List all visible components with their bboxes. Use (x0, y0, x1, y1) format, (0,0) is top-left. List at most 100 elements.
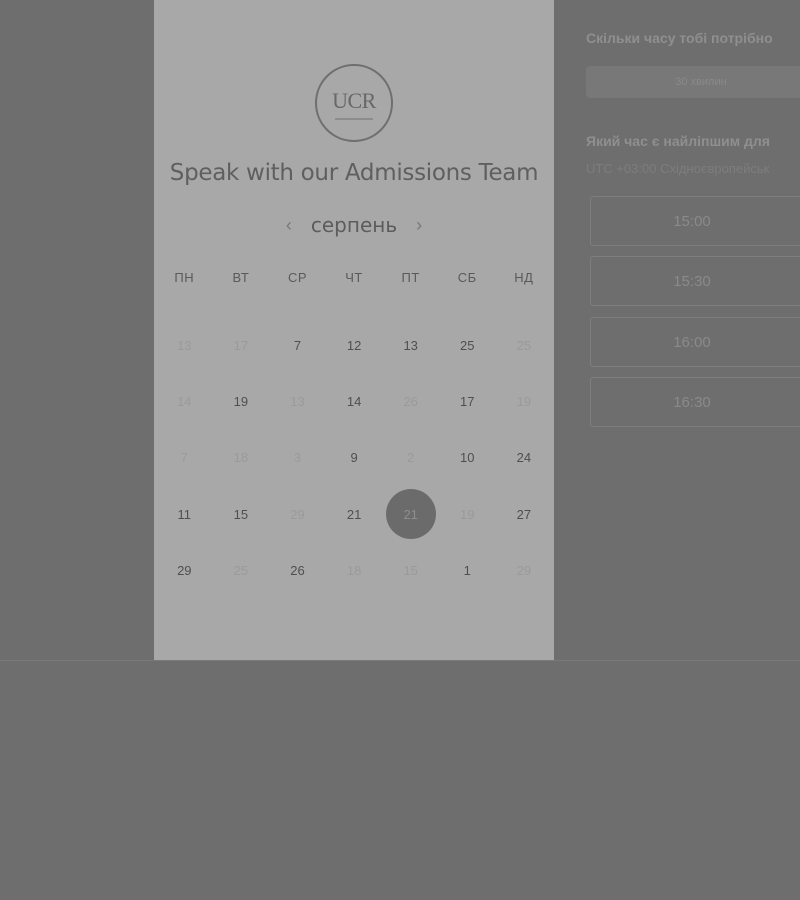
time-slot-label: 16:30 (673, 393, 711, 411)
month-navigation: ‹ серпень › (154, 210, 554, 240)
weekday-label: ВТ (232, 270, 250, 285)
calendar-day: 7 (156, 430, 213, 486)
calendar-day-number: 24 (516, 450, 532, 466)
calendar-day[interactable]: 12 (326, 317, 383, 373)
time-slot-button[interactable]: 15:30 (590, 256, 800, 306)
calendar-day-number: 21 (346, 506, 362, 522)
calendar-day-number: 10 (460, 450, 475, 466)
calendar-day-number: 18 (233, 450, 249, 466)
time-slot-label: 15:30 (673, 272, 711, 290)
duration-question: Скільки часу тобі потрібно (586, 30, 773, 46)
calendar-day[interactable]: 7 (269, 317, 326, 373)
calendar-day-number: 25 (233, 562, 249, 578)
calendar-day-number: 17 (233, 337, 249, 353)
calendar-card: UCR Speak with our Admissions Team ‹ сер… (154, 0, 554, 660)
chevron-right-icon[interactable]: › (411, 215, 427, 236)
calendar-day: 25 (213, 542, 270, 598)
calendar-day-number: 17 (460, 393, 475, 409)
calendar-day[interactable]: 17 (439, 373, 496, 429)
calendar-day-number: 14 (177, 393, 192, 409)
weekday-label: СБ (457, 270, 477, 285)
calendar-day-number: 1 (463, 562, 471, 578)
weekday-label: ПН (174, 270, 195, 285)
calendar-day-number: 21 (385, 489, 436, 540)
calendar-day-number: 12 (346, 337, 362, 353)
calendar-day-number: 13 (290, 393, 305, 409)
time-slot-button[interactable]: 15:00 (590, 196, 800, 246)
calendar-day-number: 15 (233, 506, 249, 522)
section-divider (0, 660, 800, 661)
time-slot-button[interactable]: 16:00 (590, 317, 800, 367)
weekday-label: СР (287, 270, 308, 285)
calendar-day: 18 (213, 430, 270, 486)
calendar-day-number: 19 (516, 393, 532, 409)
calendar-day[interactable]: 9 (326, 430, 383, 486)
weekday-label: НД (514, 270, 534, 285)
calendar-day-number: 26 (403, 393, 418, 409)
calendar-day[interactable]: 27 (496, 486, 553, 542)
calendar-day[interactable]: 13 (382, 317, 439, 373)
calendar-day: 25 (496, 317, 553, 373)
chevron-left-icon[interactable]: ‹ (281, 215, 297, 236)
calendar-day[interactable]: 29 (156, 542, 213, 598)
calendar-day-selected[interactable]: 21 (382, 486, 439, 542)
calendar-day-number: 29 (516, 562, 532, 578)
duration-select[interactable]: 30 хвилин (586, 66, 800, 98)
calendar-day: 18 (326, 542, 383, 598)
calendar-day-number: 9 (350, 450, 358, 466)
calendar-day: 15 (382, 542, 439, 598)
logo-text: UCR (332, 88, 376, 113)
calendar-day[interactable]: 19 (213, 373, 270, 429)
calendar-day: 13 (156, 317, 213, 373)
time-question: Який час є найліпшим для (586, 133, 770, 149)
calendar-day[interactable]: 15 (213, 486, 270, 542)
calendar-day[interactable]: 1 (439, 542, 496, 598)
calendar-day-number: 7 (293, 337, 302, 353)
page-title: Speak with our Admissions Team (169, 160, 539, 186)
weekday-label: ЧТ (345, 270, 363, 285)
calendar-day-number: 11 (177, 506, 192, 522)
calendar-day-number: 13 (403, 337, 418, 353)
calendar-day-grid: 13 17 7 12 13 25 25 14 19 13 14 26 17 19 7 18 3 9 2 10 24 11 1… (156, 317, 552, 598)
month-label: серпень (310, 213, 398, 237)
calendar-day[interactable]: 11 (156, 486, 213, 542)
calendar-day-number: 2 (407, 450, 415, 466)
calendar-day: 29 (496, 542, 553, 598)
weekday-header: ПН ВТ СР ЧТ ПТ СБ НД (156, 270, 552, 285)
calendar-day: 14 (156, 373, 213, 429)
calendar-day-number: 3 (293, 450, 302, 466)
logo-underline (335, 118, 373, 120)
calendar-day-number: 25 (460, 337, 475, 353)
ucr-logo: UCR (315, 64, 393, 142)
calendar-day[interactable]: 10 (439, 430, 496, 486)
booking-panel: Скільки часу тобі потрібно 30 хвилин Яки… (586, 0, 800, 660)
calendar-day: 29 (269, 486, 326, 542)
calendar-day-number: 19 (460, 506, 475, 522)
calendar-day: 17 (213, 317, 270, 373)
timezone-label[interactable]: UTC +03:00 Східноєвропейськ (586, 161, 769, 176)
time-slot-label: 16:00 (673, 333, 711, 351)
calendar-day-number: 25 (516, 337, 532, 353)
time-slot-button[interactable]: 16:30 (590, 377, 800, 427)
calendar-day: 26 (382, 373, 439, 429)
calendar-day-number: 27 (516, 506, 532, 522)
calendar-day-number: 26 (290, 562, 305, 578)
calendar-day[interactable]: 24 (496, 430, 553, 486)
calendar-day-number: 15 (403, 562, 418, 578)
calendar-day-number: 14 (346, 393, 362, 409)
calendar-day-number: 29 (290, 506, 305, 522)
calendar-day-number: 19 (233, 393, 249, 409)
calendar-day: 19 (439, 486, 496, 542)
calendar-day-number: 13 (177, 337, 192, 353)
calendar-day: 19 (496, 373, 553, 429)
calendar-day: 13 (269, 373, 326, 429)
calendar-day[interactable]: 26 (269, 542, 326, 598)
weekday-label: ПТ (401, 270, 420, 285)
calendar-day-number: 29 (177, 562, 192, 578)
time-slot-label: 15:00 (673, 212, 711, 230)
calendar-day[interactable]: 25 (439, 317, 496, 373)
calendar-day-number: 18 (346, 562, 362, 578)
calendar-day[interactable]: 14 (326, 373, 383, 429)
calendar-day[interactable]: 21 (326, 486, 383, 542)
calendar-day: 3 (269, 430, 326, 486)
